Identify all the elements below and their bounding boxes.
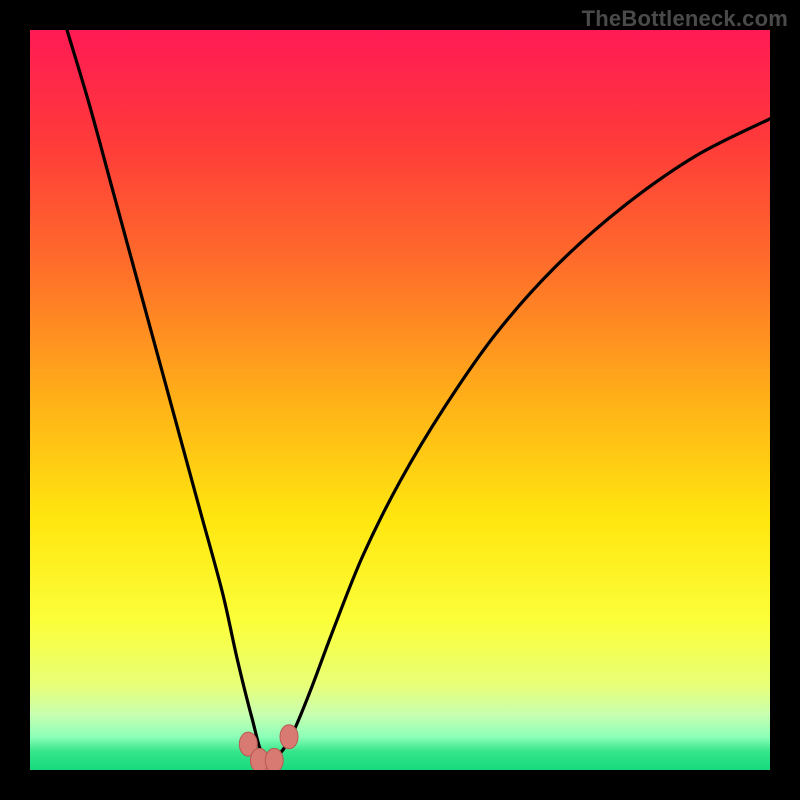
outer-frame: TheBottleneck.com [0,0,800,800]
gradient-background [30,30,770,770]
curve-marker [265,748,283,770]
curve-marker [280,725,298,749]
plot-area [30,30,770,770]
chart-svg [30,30,770,770]
watermark-text: TheBottleneck.com [582,6,788,32]
